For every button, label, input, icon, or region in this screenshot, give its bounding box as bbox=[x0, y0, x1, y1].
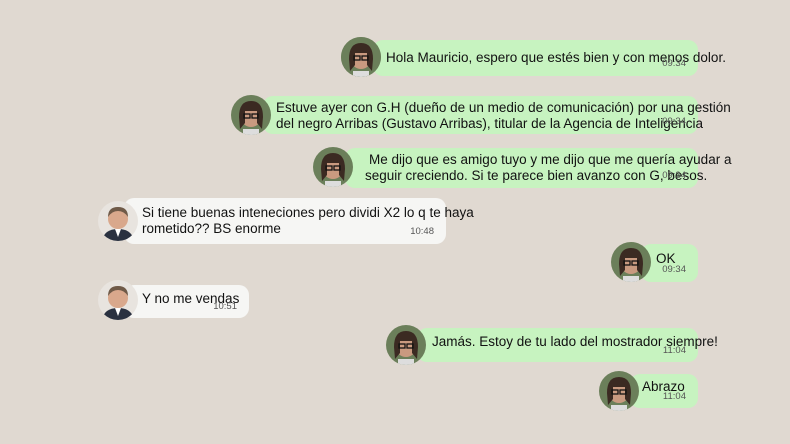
woman-avatar-icon[interactable] bbox=[611, 242, 651, 282]
man-avatar-icon[interactable] bbox=[98, 280, 138, 320]
message-bubble-outgoing: Me dijo que es amigo tuyo y me dijo que … bbox=[345, 148, 731, 188]
woman-avatar-icon[interactable] bbox=[313, 147, 353, 187]
message-bubble-outgoing: Abrazo 11:04 bbox=[630, 374, 698, 408]
message-time: 09:34 bbox=[662, 116, 686, 127]
message-text-line: Me dijo que es amigo tuyo y me dijo que … bbox=[369, 152, 732, 167]
message-time: 11:04 bbox=[662, 345, 686, 356]
message-text-line: seguir creciendo. Si te parece bien avan… bbox=[365, 168, 708, 183]
message-time: 10:48 bbox=[410, 226, 434, 237]
message-time: 11:04 bbox=[662, 391, 686, 402]
message-time: 10:51 bbox=[213, 301, 237, 312]
message-text-line: del negro Arribas (Gustavo Arribas), tit… bbox=[276, 116, 703, 131]
message-text-line: Si tiene buenas inteneciones pero dividi… bbox=[142, 205, 474, 220]
message-time: 09:34 bbox=[662, 170, 686, 181]
message-bubble-incoming: Y no me vendas 10:51 bbox=[124, 285, 249, 318]
message-bubble-outgoing: Estuve ayer con G.H (dueño de un medio d… bbox=[263, 96, 731, 134]
woman-avatar-icon[interactable] bbox=[341, 37, 381, 77]
message-bubble-incoming: Si tiene buenas inteneciones pero dividi… bbox=[124, 198, 474, 244]
message-text-line: rometido?? BS enorme bbox=[142, 221, 281, 236]
message-bubble-outgoing: Jamás. Estoy de tu lado del mostrador si… bbox=[417, 328, 718, 362]
message-time: 09:34 bbox=[662, 58, 686, 69]
man-avatar-icon[interactable] bbox=[98, 201, 138, 241]
woman-avatar-icon[interactable] bbox=[599, 371, 639, 411]
message-bubble-outgoing: Hola Mauricio, espero que estés bien y c… bbox=[373, 40, 726, 76]
woman-avatar-icon[interactable] bbox=[386, 325, 426, 365]
message-time: 09:34 bbox=[662, 264, 686, 275]
woman-avatar-icon[interactable] bbox=[231, 95, 271, 135]
